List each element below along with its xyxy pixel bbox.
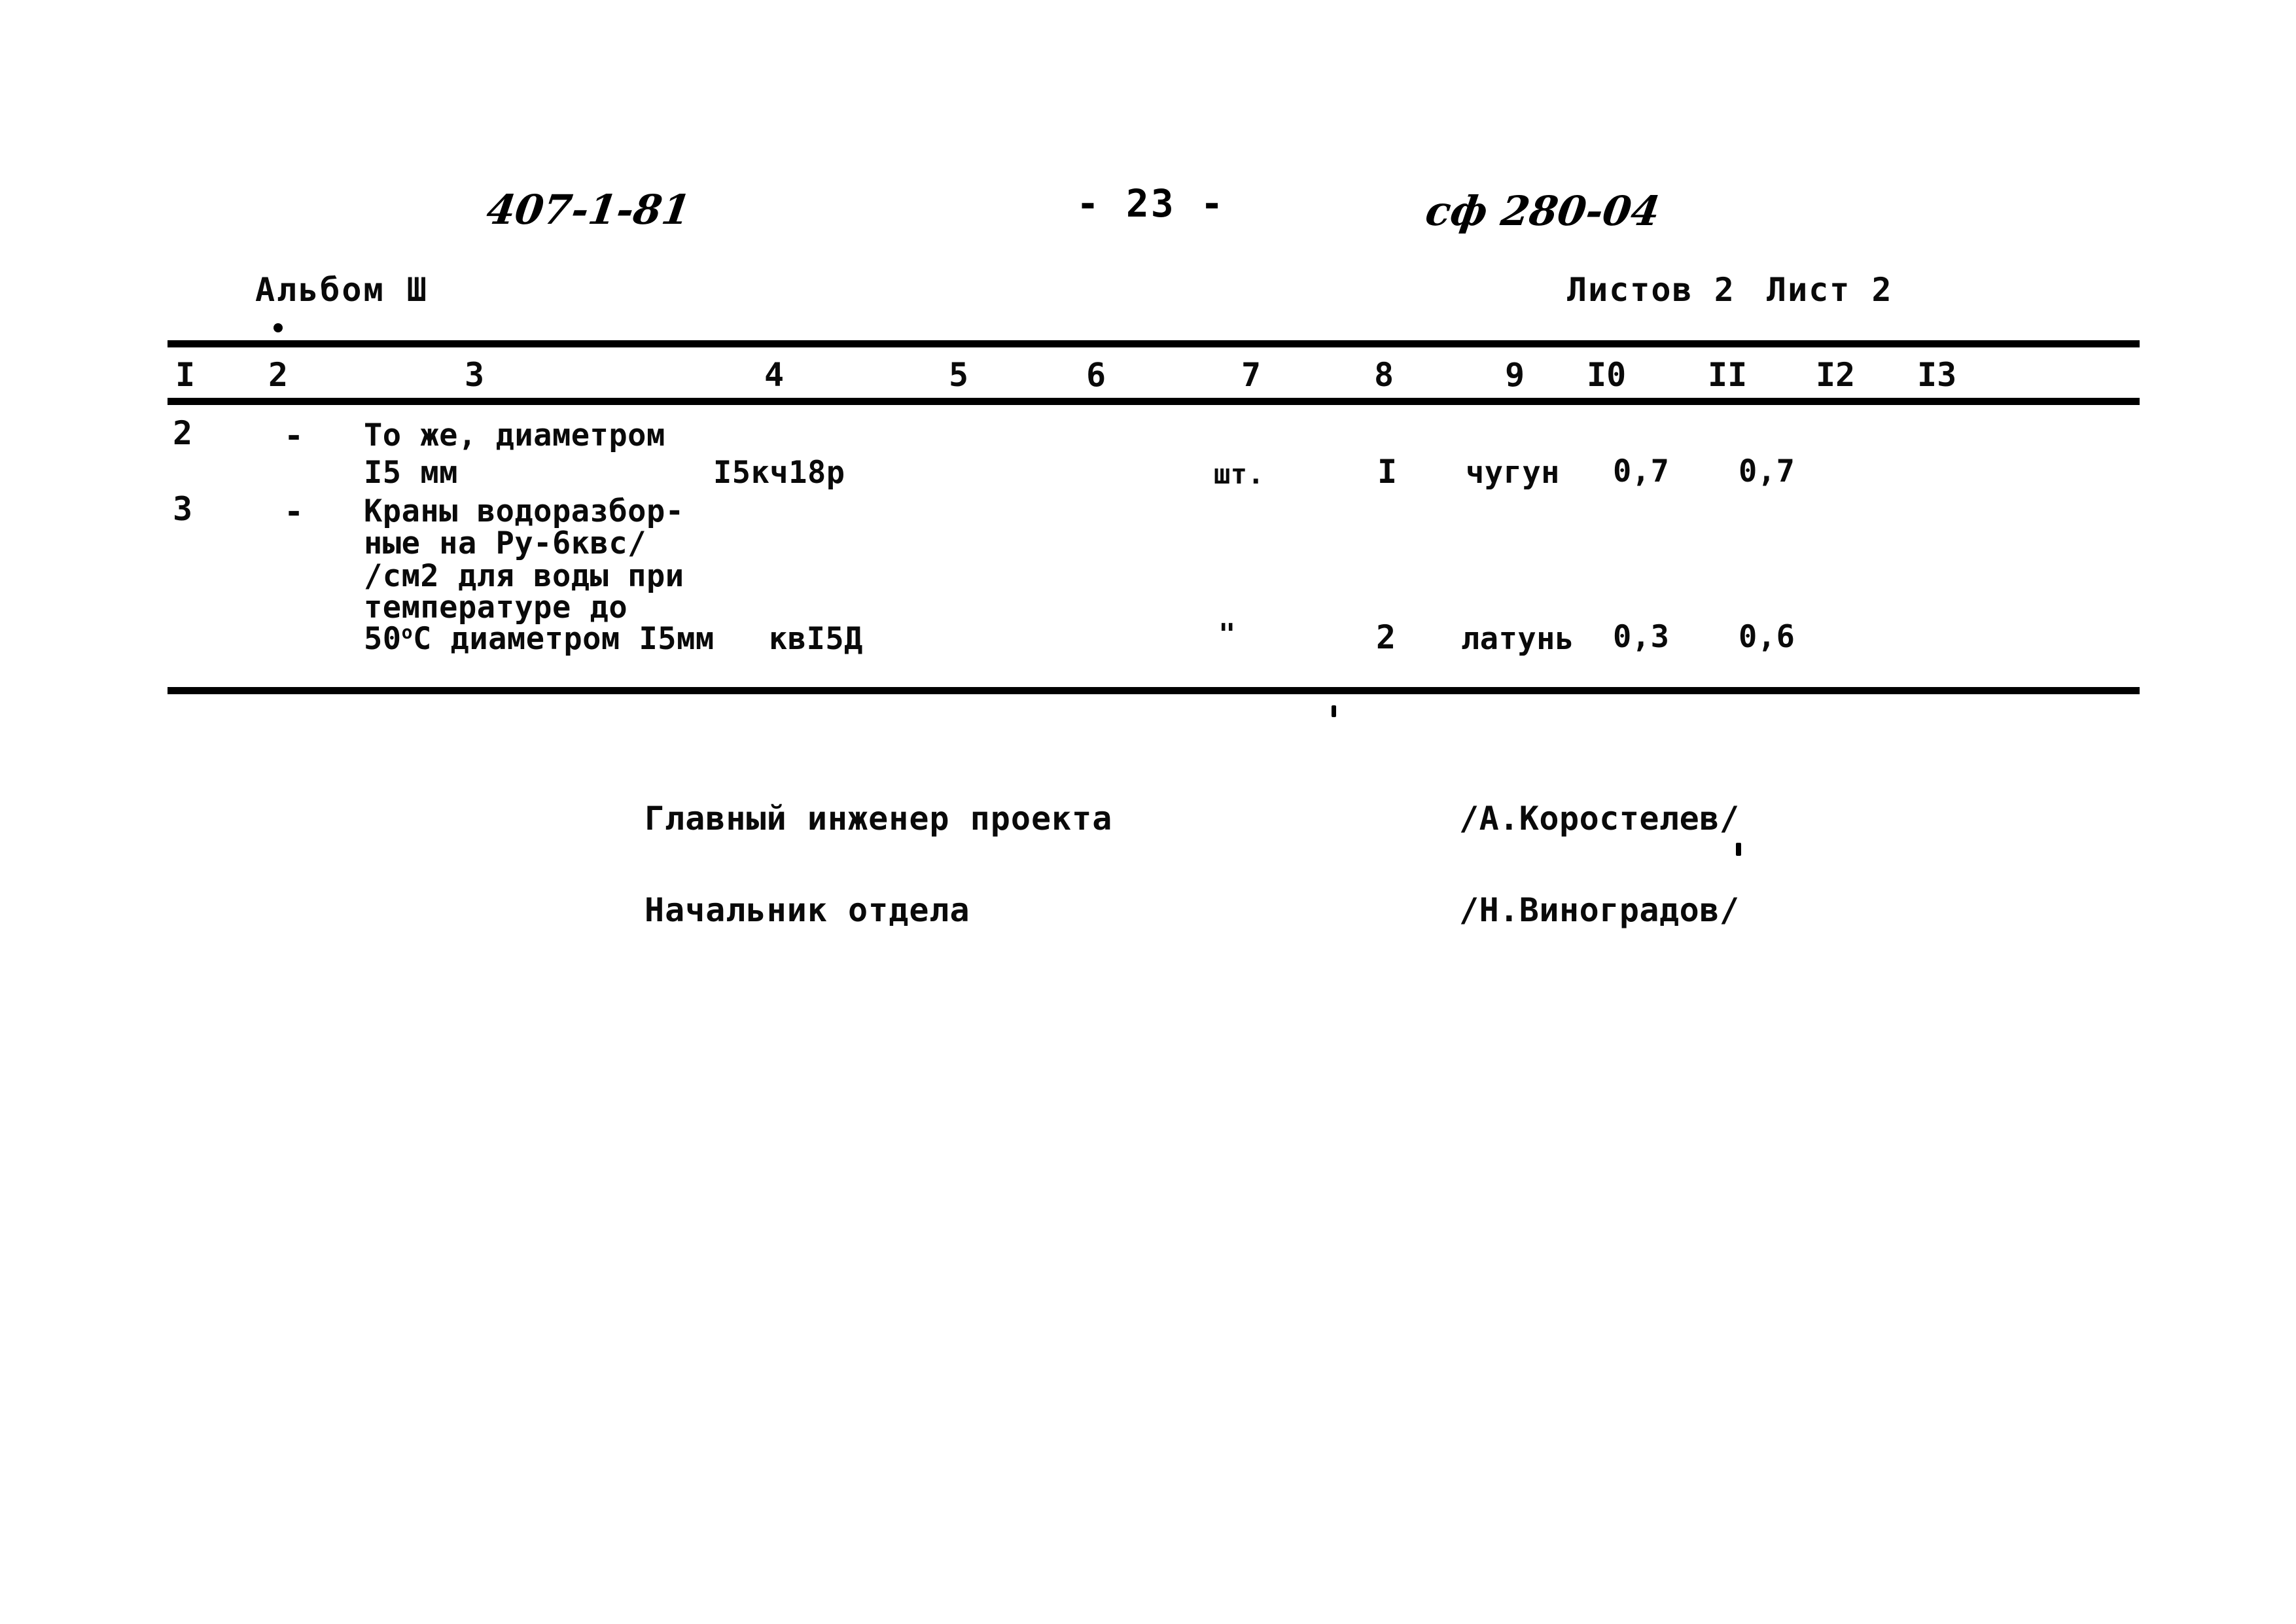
table-row-name-line4: температуре до bbox=[364, 590, 628, 626]
table-row-unit: " bbox=[1218, 618, 1236, 651]
temperature-rest: С диаметром I5мм bbox=[412, 621, 715, 657]
table-row-mass-unit: 0,7 bbox=[1613, 453, 1670, 489]
table-row-unit: шт. bbox=[1214, 458, 1265, 490]
table-row-position: 3 bbox=[173, 490, 193, 528]
table-row-mark: - bbox=[284, 493, 304, 531]
table-row-quantity: 2 bbox=[1376, 618, 1396, 656]
archive-code: сф 280-04 bbox=[1422, 187, 1663, 235]
scan-speck bbox=[274, 323, 283, 332]
signature-role: Начальник отдела bbox=[645, 891, 970, 929]
column-number-13: I3 bbox=[1917, 356, 1957, 394]
table-row-material: чугун bbox=[1466, 455, 1560, 491]
sheet-current-label: Лист 2 bbox=[1767, 271, 1893, 309]
table-row-mass-total: 0,7 bbox=[1739, 453, 1795, 489]
table-header-rule bbox=[168, 398, 2140, 405]
column-number-10: I0 bbox=[1587, 356, 1627, 394]
table-row-name-line1: Краны водоразбор- bbox=[364, 493, 684, 529]
sheets-total-label: Листов 2 bbox=[1567, 271, 1735, 309]
table-row-code: квI5Д bbox=[769, 621, 863, 657]
column-number-2: 2 bbox=[268, 356, 289, 394]
column-number-5: 5 bbox=[949, 356, 969, 394]
column-number-4: 4 bbox=[764, 356, 785, 394]
table-row-material: латунь bbox=[1461, 621, 1574, 657]
table-row-quantity: I bbox=[1377, 453, 1398, 491]
signature-name: /А.Коростелев/ bbox=[1459, 800, 1740, 838]
table-row-name-line5: 50оС диаметром I5мм bbox=[364, 622, 715, 656]
column-number-8: 8 bbox=[1374, 356, 1394, 394]
column-number-1: I bbox=[175, 356, 196, 394]
signature-role: Главный инженер проекта bbox=[645, 800, 1113, 838]
page-number: - 23 - bbox=[1076, 181, 1226, 226]
table-row-name-line1: То же, диаметром bbox=[364, 417, 665, 453]
document-number: 407-1-81 bbox=[484, 186, 694, 234]
scan-speck bbox=[1736, 843, 1741, 856]
table-top-rule bbox=[168, 340, 2140, 347]
table-row-code: I5кч18р bbox=[713, 455, 845, 491]
column-number-3: 3 bbox=[465, 356, 485, 394]
album-label: Альбом Ш bbox=[255, 271, 429, 309]
temperature-value: 50 bbox=[364, 621, 402, 657]
column-number-12: I2 bbox=[1816, 356, 1856, 394]
table-row-name-line2: ные на Ру-6квс/ bbox=[364, 525, 646, 561]
signature-name: /Н.Виноградов/ bbox=[1459, 891, 1740, 929]
column-number-11: II bbox=[1708, 356, 1748, 394]
table-bottom-rule bbox=[168, 687, 2140, 694]
table-row-mark: - bbox=[284, 417, 304, 455]
table-row-name-line3: /см2 для воды при bbox=[364, 558, 684, 594]
table-row-mass-total: 0,6 bbox=[1739, 619, 1795, 655]
column-number-9: 9 bbox=[1505, 356, 1525, 394]
degree-symbol: о bbox=[401, 621, 413, 643]
column-number-6: 6 bbox=[1086, 356, 1106, 394]
table-row-name-line2: I5 мм bbox=[364, 455, 458, 491]
table-row-position: 2 bbox=[173, 414, 193, 452]
table-row-mass-unit: 0,3 bbox=[1613, 619, 1670, 655]
column-number-7: 7 bbox=[1241, 356, 1262, 394]
scan-speck bbox=[1332, 705, 1336, 717]
